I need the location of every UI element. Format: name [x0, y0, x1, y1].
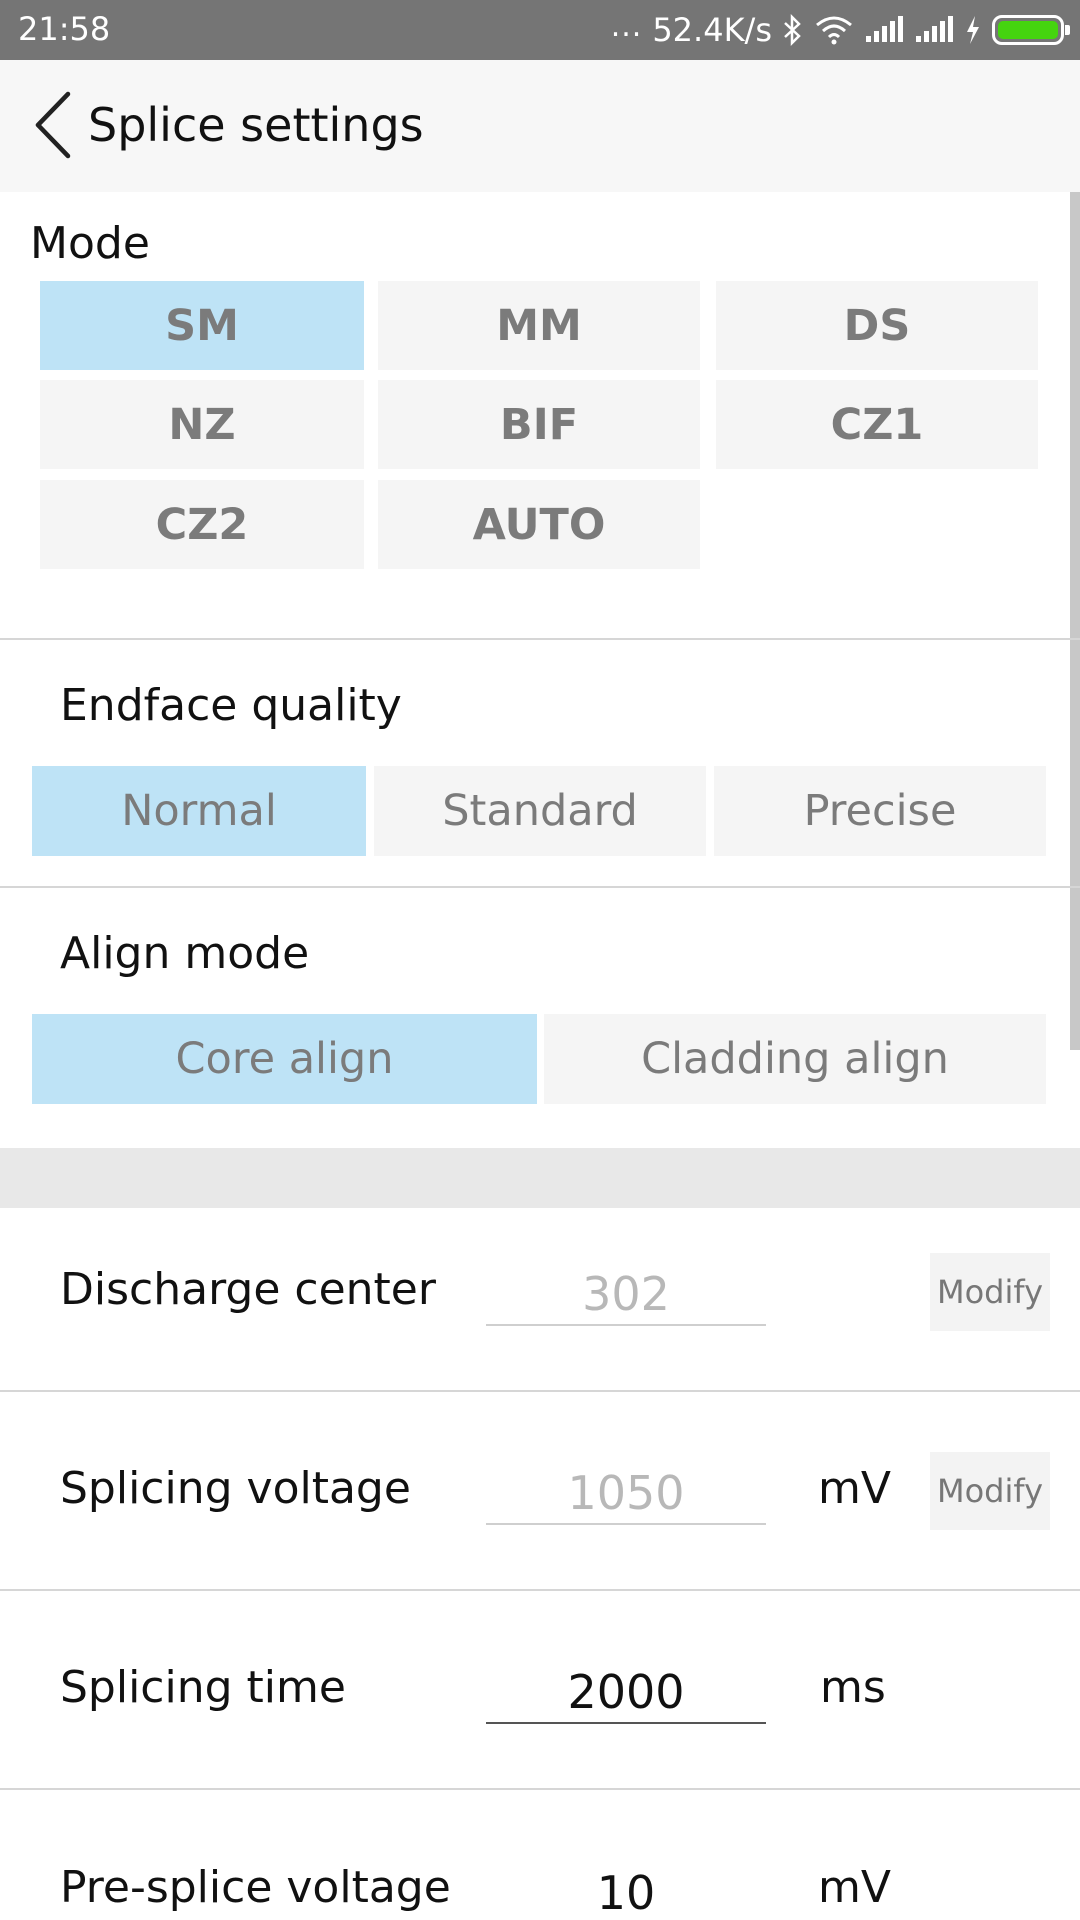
align-option-cladding[interactable]: Cladding align: [544, 1014, 1046, 1104]
mode-option-auto[interactable]: AUTO: [378, 480, 700, 569]
network-speed: 52.4K/s: [652, 11, 772, 49]
wifi-icon: [814, 15, 854, 45]
charging-icon: [964, 15, 982, 45]
mode-option-ds[interactable]: DS: [716, 281, 1038, 370]
battery-level: [998, 21, 1058, 39]
align-option-core[interactable]: Core align: [32, 1014, 537, 1104]
section-gap: [0, 1148, 1080, 1208]
splicing-voltage-input[interactable]: [486, 1463, 766, 1525]
modify-discharge-center-button[interactable]: Modify: [930, 1253, 1050, 1331]
endface-option-standard[interactable]: Standard: [374, 766, 706, 856]
bluetooth-icon: [782, 14, 804, 46]
param-label-splicing-time: Splicing time: [60, 1662, 346, 1713]
signal-icon: [914, 16, 954, 44]
discharge-center-input[interactable]: [486, 1264, 766, 1326]
more-dots: ...: [610, 8, 643, 44]
mode-title: Mode: [30, 218, 150, 269]
battery-icon: [992, 15, 1070, 45]
modify-splicing-voltage-button[interactable]: Modify: [930, 1452, 1050, 1530]
endface-option-normal[interactable]: Normal: [32, 766, 366, 856]
splicing-time-input[interactable]: [486, 1662, 766, 1724]
mode-option-sm[interactable]: SM: [40, 281, 364, 370]
param-label-pre-splice-voltage: Pre-splice voltage: [60, 1862, 451, 1913]
divider: [0, 886, 1080, 888]
mode-option-cz1[interactable]: CZ1: [716, 380, 1038, 469]
status-time: 21:58: [18, 10, 111, 48]
align-mode-title: Align mode: [60, 928, 310, 979]
splicing-time-unit: ms: [820, 1662, 886, 1713]
endface-option-precise[interactable]: Precise: [714, 766, 1046, 856]
pre-splice-voltage-input[interactable]: [486, 1862, 766, 1920]
scrollbar[interactable]: [1070, 192, 1080, 1050]
back-icon[interactable]: [30, 90, 80, 160]
mode-option-nz[interactable]: NZ: [40, 380, 364, 469]
divider: [0, 638, 1080, 640]
signal-icon: [864, 16, 904, 44]
param-label-splicing-voltage: Splicing voltage: [60, 1463, 411, 1514]
mode-option-cz2[interactable]: CZ2: [40, 480, 364, 569]
splicing-voltage-unit: mV: [818, 1463, 891, 1514]
mode-option-bif[interactable]: BIF: [378, 380, 700, 469]
app-header: Splice settings: [0, 60, 1080, 192]
mode-option-mm[interactable]: MM: [378, 281, 700, 370]
divider: [0, 1589, 1080, 1591]
param-label-discharge-center: Discharge center: [60, 1264, 436, 1315]
page-title: Splice settings: [88, 98, 424, 152]
pre-splice-voltage-unit: mV: [818, 1862, 891, 1913]
status-icons: ... 52.4K/s: [610, 8, 1070, 52]
status-bar: 21:58 ... 52.4K/s: [0, 0, 1080, 60]
endface-quality-title: Endface quality: [60, 680, 402, 731]
divider: [0, 1788, 1080, 1790]
divider: [0, 1390, 1080, 1392]
